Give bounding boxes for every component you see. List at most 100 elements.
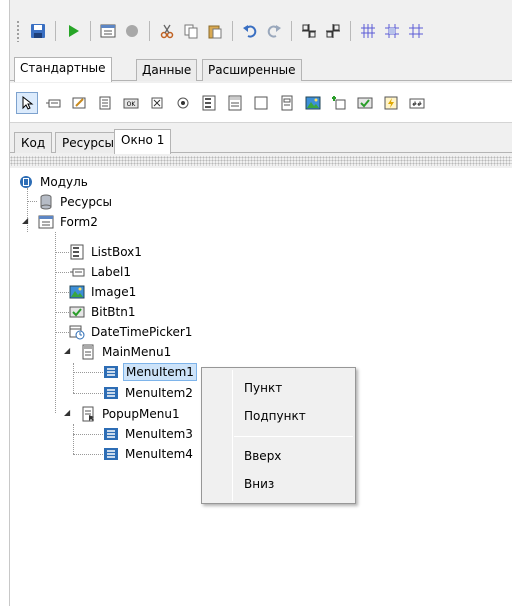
tab-advanced[interactable]: Расширенные	[202, 59, 302, 81]
tree-label: MenuItem3	[125, 427, 193, 441]
toolbar-separator	[90, 21, 91, 41]
undo-icon[interactable]	[240, 21, 260, 41]
tree-label: Ресурсы	[60, 195, 113, 209]
maskedit-component-icon[interactable]: ##	[406, 92, 428, 114]
form-icon[interactable]	[98, 21, 118, 41]
snap-grid-icon[interactable]	[382, 21, 402, 41]
toolbar-separator	[149, 21, 150, 41]
collapse-icon[interactable]: ◢	[22, 216, 28, 225]
bitbtn-component-icon[interactable]	[354, 92, 376, 114]
tree-label: ListBox1	[91, 245, 142, 259]
toolbar-separator	[232, 21, 233, 41]
toolbar-separator	[291, 21, 292, 41]
pointer-icon[interactable]	[16, 91, 38, 114]
tree-label: DateTimePicker1	[91, 325, 193, 339]
palette-tabs: Стандартные Данные Расширенные	[10, 57, 512, 82]
tree-node-menuitem4[interactable]: MenuItem4	[103, 444, 195, 464]
stop-icon[interactable]	[122, 21, 142, 41]
menu-item-icon	[103, 446, 119, 462]
menu-item-move-down[interactable]: Вниз	[204, 472, 353, 496]
image-icon	[69, 284, 85, 300]
menu-item-icon	[103, 426, 119, 442]
align-right-icon[interactable]	[323, 21, 343, 41]
component-palette: OK ##	[10, 83, 512, 123]
combobox-component-icon[interactable]	[224, 92, 246, 114]
tree-node-label1[interactable]: Label1	[69, 262, 133, 282]
copy-icon[interactable]	[181, 21, 201, 41]
tree-label: Form2	[60, 215, 98, 229]
context-menu: Пункт Подпункт Вверх Вниз	[201, 367, 356, 504]
designer-window: Стандартные Данные Расширенные OK ## Код…	[9, 0, 512, 606]
toolbar-separator	[350, 21, 351, 41]
tab-resources[interactable]: Ресурсы	[55, 132, 122, 153]
align-left-icon[interactable]	[299, 21, 319, 41]
tree-node-datetimepicker1[interactable]: DateTimePicker1	[69, 322, 194, 342]
tree-node-menuitem1[interactable]: MenuItem1	[103, 362, 197, 382]
paste-icon[interactable]	[205, 21, 225, 41]
run-icon[interactable]	[63, 21, 83, 41]
button-component-icon[interactable]: OK	[120, 92, 142, 114]
popup-menu-icon	[80, 406, 96, 422]
edit-component-icon[interactable]	[68, 92, 90, 114]
calendar-icon	[69, 324, 85, 340]
tree-node-popupmenu1[interactable]: PopupMenu1	[80, 404, 182, 424]
label-component-icon[interactable]	[42, 92, 64, 114]
menu-item-icon	[103, 364, 119, 380]
menu-separator	[234, 436, 353, 437]
database-icon	[38, 194, 54, 210]
tree-node-mainmenu1[interactable]: MainMenu1	[80, 342, 173, 362]
tree-label: PopupMenu1	[102, 407, 180, 421]
tree-node-bitbtn1[interactable]: BitBtn1	[69, 302, 137, 322]
tab-data[interactable]: Данные	[136, 59, 198, 81]
menu-item-add-subitem[interactable]: Подпункт	[204, 404, 353, 428]
panel-component-icon[interactable]	[250, 92, 272, 114]
menu-item-move-up[interactable]: Вверх	[204, 444, 353, 468]
tree-label: MainMenu1	[102, 345, 172, 359]
label-icon	[69, 264, 85, 280]
toolbar-separator	[55, 21, 56, 41]
checkbox-component-icon[interactable]	[146, 92, 168, 114]
tree-label: MenuItem2	[125, 386, 193, 400]
listbox-icon	[69, 244, 85, 260]
svg-text:##: ##	[412, 101, 422, 108]
menu-item-add[interactable]: Пункт	[204, 376, 353, 400]
tab-code[interactable]: Код	[14, 132, 53, 153]
listbox-component-icon[interactable]	[198, 92, 220, 114]
image-component-icon[interactable]	[302, 92, 324, 114]
collapse-icon[interactable]: ◢	[64, 346, 70, 355]
module-icon	[18, 174, 34, 190]
tree-node-module[interactable]: Модуль	[18, 172, 90, 192]
tree-label: Label1	[91, 265, 132, 279]
collapse-icon[interactable]: ◢	[64, 408, 70, 417]
tree-label: Модуль	[40, 175, 88, 189]
tab-standard[interactable]: Стандартные	[14, 57, 112, 82]
shape-component-icon[interactable]	[328, 92, 350, 114]
tree-node-menuitem2[interactable]: MenuItem2	[103, 383, 195, 403]
splitter-bar[interactable]	[10, 156, 512, 166]
groupbox-component-icon[interactable]	[276, 92, 298, 114]
redo-icon[interactable]	[264, 21, 284, 41]
main-toolbar	[10, 14, 512, 48]
form-icon	[38, 214, 54, 230]
memo-component-icon[interactable]	[94, 92, 116, 114]
menu-item-icon	[103, 385, 119, 401]
tree-label: Image1	[91, 285, 137, 299]
tree-node-listbox1[interactable]: ListBox1	[69, 242, 144, 262]
tree-node-resources[interactable]: Ресурсы	[38, 192, 114, 212]
svg-text:OK: OK	[127, 101, 137, 108]
editor-tabs: Код Ресурсы Окно 1	[10, 129, 512, 154]
main-menu-icon	[80, 344, 96, 360]
tree-label: BitBtn1	[91, 305, 136, 319]
radio-component-icon[interactable]	[172, 92, 194, 114]
tree-node-image1[interactable]: Image1	[69, 282, 138, 302]
bitbtn-icon	[69, 304, 85, 320]
tree-node-form2[interactable]: Form2	[38, 212, 100, 232]
tab-window-1[interactable]: Окно 1	[114, 129, 172, 154]
grid-icon[interactable]	[358, 21, 378, 41]
cut-icon[interactable]	[157, 21, 177, 41]
snap-grid-2-icon[interactable]	[406, 21, 426, 41]
tree-node-menuitem3[interactable]: MenuItem3	[103, 424, 195, 444]
save-icon[interactable]	[28, 21, 48, 41]
toolbar-grip[interactable]	[16, 20, 20, 42]
speedbutton-component-icon[interactable]	[380, 92, 402, 114]
